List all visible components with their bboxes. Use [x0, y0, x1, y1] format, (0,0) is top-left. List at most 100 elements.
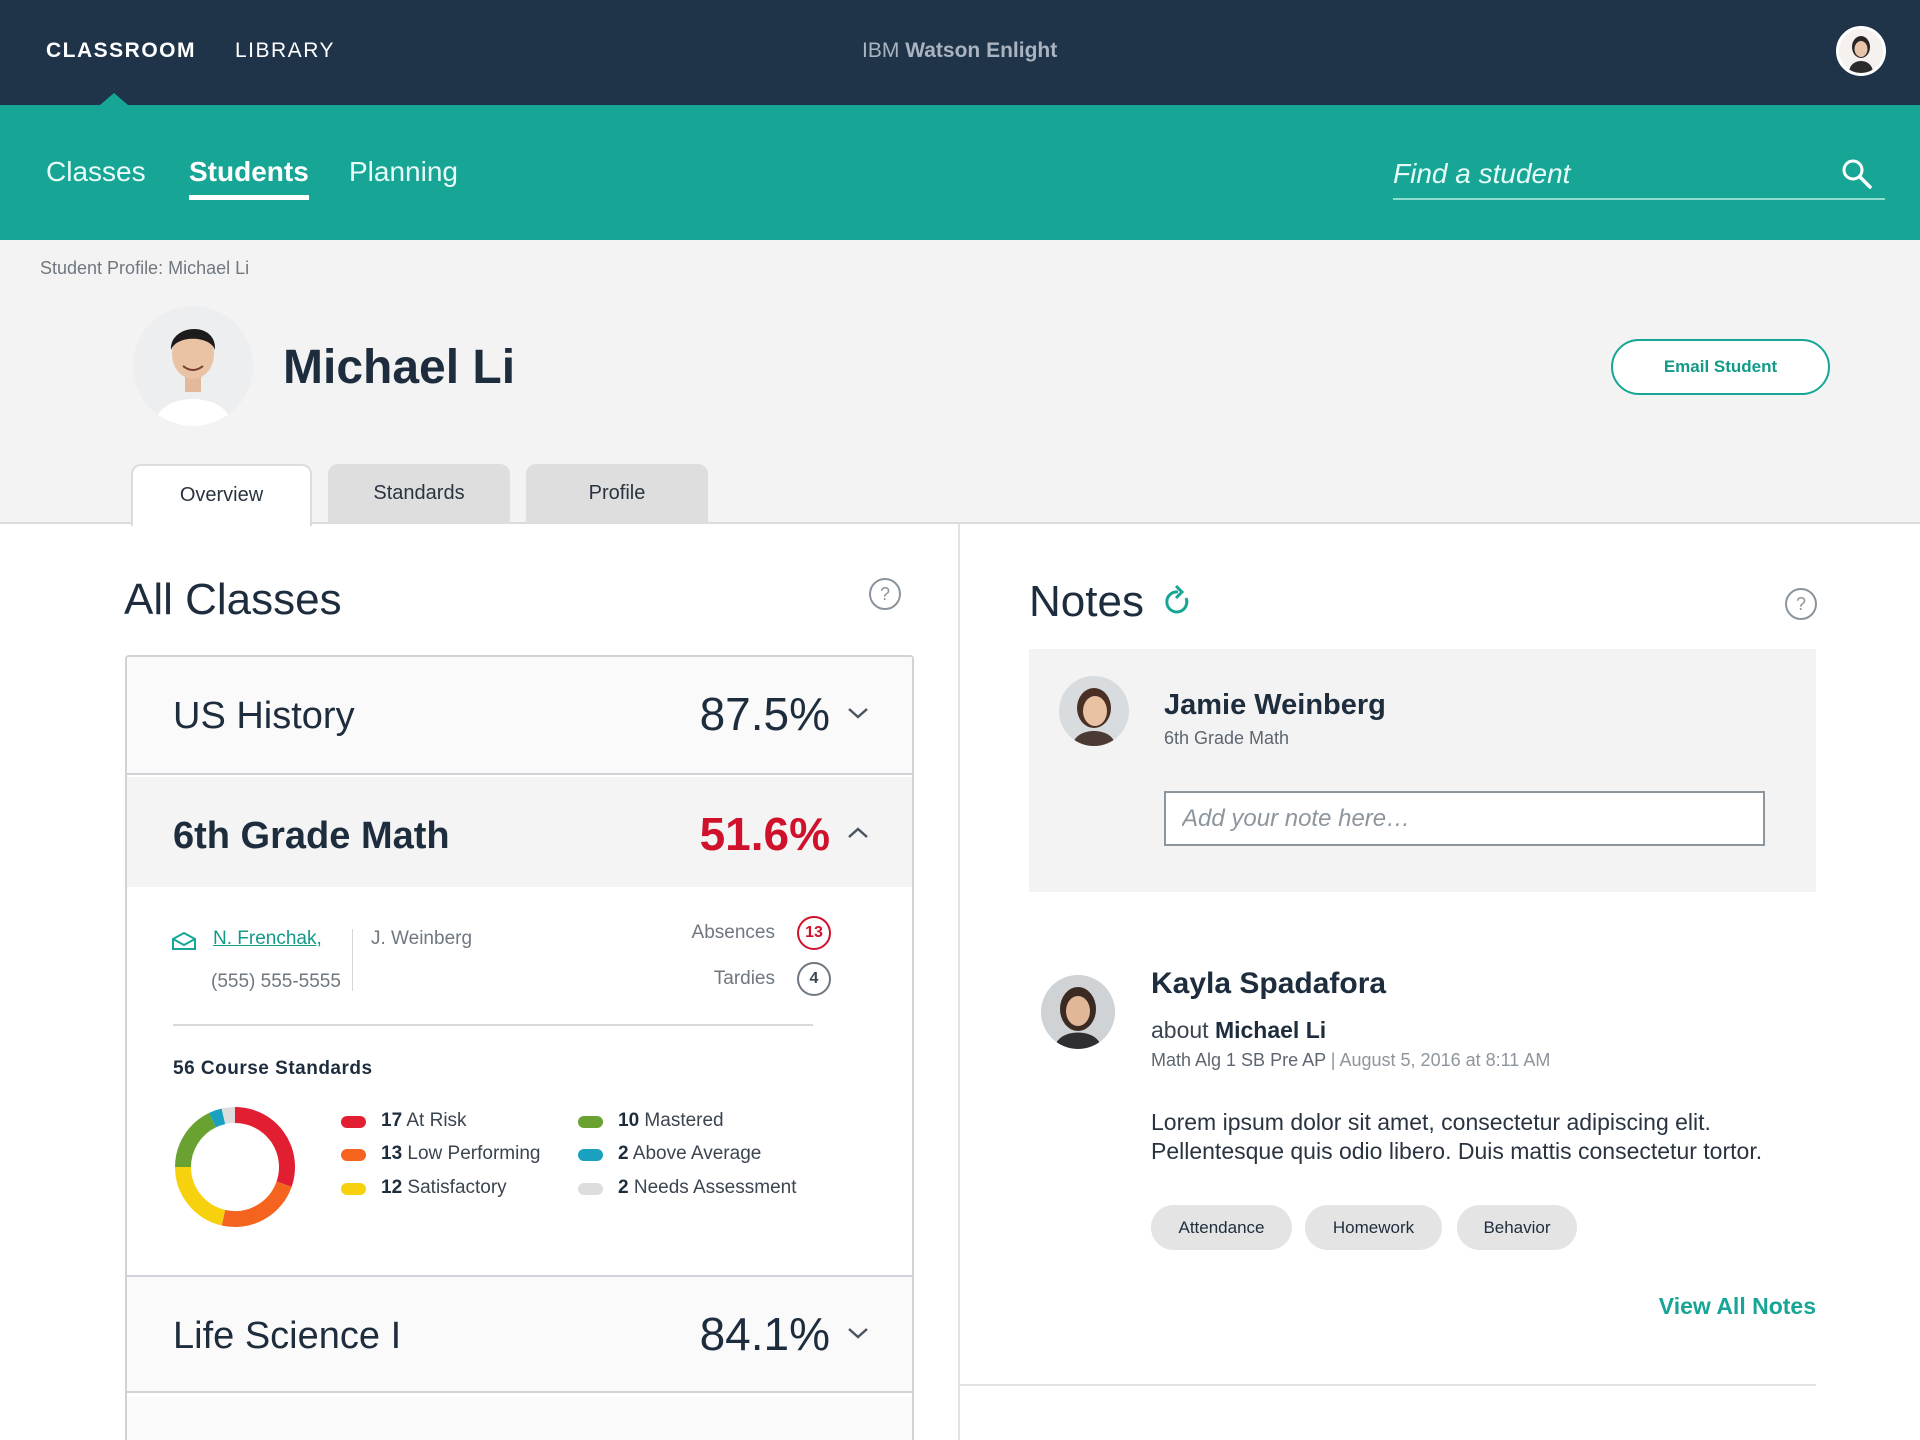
student-search	[1393, 150, 1885, 200]
teacher-link[interactable]: N. Frenchak,	[213, 928, 322, 950]
legend-swatch	[578, 1149, 603, 1161]
avatar-icon	[1059, 676, 1129, 746]
class-name: Life Science I	[173, 1315, 402, 1357]
class-detail-panel: N. Frenchak, (555) 555-5555 J. Weinberg …	[127, 887, 912, 1275]
tab-classes[interactable]: Classes	[46, 156, 146, 188]
class-row-life-science[interactable]: Life Science I 84.1%	[127, 1275, 912, 1393]
legend-label: 2 Needs Assessment	[618, 1177, 797, 1198]
class-score: 87.5%	[699, 688, 830, 740]
legend-label: 13 Low Performing	[381, 1143, 541, 1164]
legend-count: 10	[618, 1110, 640, 1131]
legend-swatch	[578, 1183, 603, 1195]
top-navigation-bar: CLASSROOM LIBRARY IBM Watson Enlight	[0, 0, 1920, 105]
search-input[interactable]	[1393, 154, 1833, 194]
note-input[interactable]	[1164, 791, 1765, 846]
class-row-6th-grade-math[interactable]: 6th Grade Math 51.6%	[127, 777, 912, 887]
tab-profile[interactable]: Profile	[526, 464, 708, 524]
legend-count: 13	[381, 1143, 403, 1164]
legend-label: 10 Mastered	[618, 1110, 724, 1131]
absences-count-badge: 13	[797, 916, 831, 950]
student-avatar	[133, 306, 253, 426]
help-icon[interactable]: ?	[1785, 588, 1817, 620]
legend-count: 2	[618, 1177, 629, 1198]
avatar	[1059, 676, 1129, 746]
note-author: Kayla Spadafora	[1151, 967, 1387, 1000]
legend-count: 12	[381, 1177, 403, 1198]
avatar	[1041, 975, 1115, 1049]
note-about: about Michael Li	[1151, 1017, 1326, 1044]
donut-slice-at-risk	[234, 1107, 295, 1187]
note-item: Kayla Spadafora about Michael Li Math Al…	[1029, 950, 1816, 1385]
legend-label: 12 Satisfactory	[381, 1177, 507, 1198]
note-body: Lorem ipsum dolor sit amet, consectetur …	[1151, 1109, 1763, 1164]
class-score: 84.1%	[699, 1308, 830, 1360]
co-teacher: J. Weinberg	[371, 928, 473, 949]
tag-attendance[interactable]: Attendance	[1151, 1205, 1292, 1250]
brand-logo: IBM Watson Enlight	[862, 39, 1057, 63]
donut-slice-mastered	[175, 1112, 217, 1168]
legend-label: 17 At Risk	[381, 1110, 467, 1131]
section-navigation-bar: Classes Students Planning	[0, 105, 1920, 240]
note-about-student: Michael Li	[1214, 1017, 1327, 1043]
tab-planning[interactable]: Planning	[349, 156, 458, 188]
donut-slice-satisfactory	[175, 1166, 226, 1226]
search-icon[interactable]	[1841, 158, 1873, 190]
breadcrumb: Student Profile: Michael Li	[40, 258, 250, 278]
avatar-icon	[1041, 975, 1115, 1049]
donut-slice-needs-assessment	[221, 1107, 236, 1125]
tardies-count-badge: 4	[797, 962, 831, 996]
note-about-prefix: about	[1151, 1017, 1209, 1043]
tag-behavior[interactable]: Behavior	[1457, 1205, 1577, 1250]
teacher-phone: (555) 555-5555	[211, 971, 341, 992]
note-date: August 5, 2016 at 8:11 AM	[1339, 1050, 1551, 1070]
chevron-down-icon[interactable]	[846, 701, 870, 725]
note-compose-card: Jamie Weinberg 6th Grade Math	[1029, 649, 1816, 892]
compose-author-class: 6th Grade Math	[1164, 728, 1290, 748]
absences-label: Absences	[691, 922, 775, 943]
class-list: US History 87.5% 6th Grade Math 51.6% N.…	[125, 655, 914, 1440]
notes-title: Notes	[1029, 577, 1144, 626]
standards-donut-chart	[175, 1107, 295, 1227]
tab-overview[interactable]: Overview	[131, 464, 312, 526]
legend-swatch	[341, 1116, 366, 1128]
profile-header: Student Profile: Michael Li Michael Li E…	[0, 240, 1920, 526]
course-standards-title: 56 Course Standards	[173, 1058, 373, 1079]
user-avatar[interactable]	[1836, 26, 1886, 76]
class-name: US History	[173, 695, 355, 737]
divider	[173, 1024, 813, 1026]
chevron-down-icon[interactable]	[846, 1321, 870, 1345]
active-nav-indicator	[100, 93, 128, 105]
user-avatar-icon	[1839, 29, 1883, 73]
chevron-up-icon[interactable]	[846, 821, 870, 845]
tab-standards[interactable]: Standards	[328, 464, 510, 524]
refresh-icon[interactable]	[1162, 584, 1194, 620]
tag-homework[interactable]: Homework	[1305, 1205, 1442, 1250]
donut-slice-above-average	[208, 1108, 226, 1128]
nav-library[interactable]: LIBRARY	[235, 39, 335, 63]
legend-count: 17	[381, 1110, 403, 1131]
legend-label: 2 Above Average	[618, 1143, 762, 1164]
tardies-label: Tardies	[713, 968, 775, 989]
legend-swatch	[578, 1116, 603, 1128]
note-meta: Math Alg 1 SB Pre AP | August 5, 2016 at…	[1151, 1050, 1550, 1071]
mail-icon[interactable]	[171, 931, 197, 951]
column-divider	[958, 524, 960, 1440]
legend-count: 2	[618, 1143, 629, 1164]
donut-slice-low-performing	[221, 1181, 292, 1227]
note-class: Math Alg 1 SB Pre AP	[1151, 1050, 1326, 1070]
nav-classroom[interactable]: CLASSROOM	[46, 39, 196, 63]
help-icon[interactable]: ?	[869, 578, 901, 610]
view-all-notes-link[interactable]: View All Notes	[1659, 1293, 1816, 1320]
email-student-button[interactable]: Email Student	[1611, 339, 1830, 395]
class-row-us-history[interactable]: US History 87.5%	[127, 657, 912, 775]
all-classes-title: All Classes	[124, 575, 342, 624]
student-name: Michael Li	[283, 341, 516, 394]
compose-author-name: Jamie Weinberg	[1164, 689, 1386, 721]
note-separator: |	[1330, 1050, 1336, 1070]
class-row-partial[interactable]	[127, 1397, 912, 1440]
student-photo-icon	[133, 306, 253, 426]
class-name: 6th Grade Math	[173, 815, 450, 857]
tab-students[interactable]: Students	[189, 156, 309, 200]
class-score: 51.6%	[699, 808, 830, 860]
brand-name: Watson Enlight	[905, 39, 1058, 62]
